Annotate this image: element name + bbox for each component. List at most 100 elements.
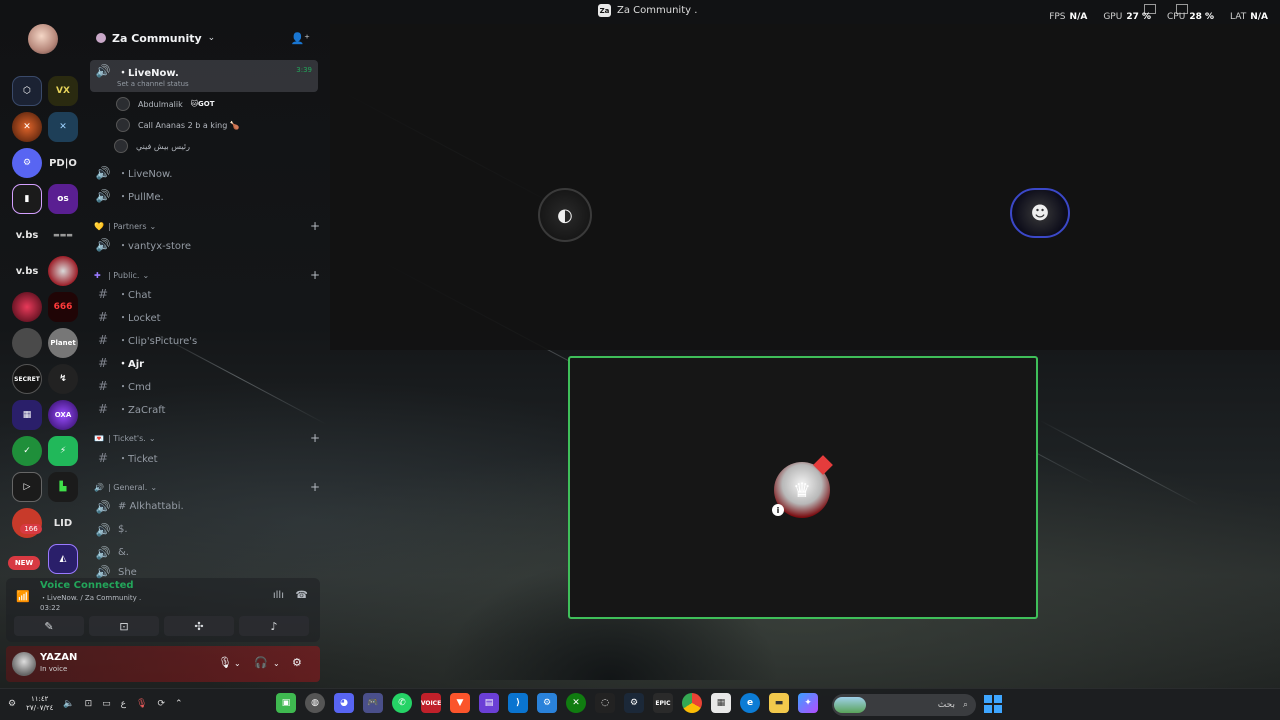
epic-games-icon[interactable]: EPIC	[653, 693, 673, 713]
microphone-icon[interactable]: 🎙	[136, 699, 147, 709]
server-icon[interactable]: ↯	[48, 364, 78, 394]
text-channel-locket[interactable]: # ・Locket	[90, 306, 318, 327]
voice-user[interactable]: Call Ananas 2 b a king 🍗	[116, 117, 240, 133]
screen-share-button[interactable]: ⊡	[89, 616, 159, 636]
soundboard-button[interactable]: ♪	[239, 616, 309, 636]
app-icon-purple[interactable]: ▤	[479, 693, 499, 713]
server-icon[interactable]: ✕	[12, 112, 42, 142]
windows-start-icon[interactable]	[984, 695, 1002, 713]
app-icon-loop[interactable]: ◌	[595, 693, 615, 713]
headphones-icon[interactable]: 🎧	[254, 656, 268, 669]
voice-channel-dollar[interactable]: 🔊 $.	[90, 519, 318, 540]
text-channel-ticket[interactable]: # ・Ticket	[90, 447, 318, 468]
disconnect-icon[interactable]: ☎	[296, 590, 308, 601]
invite-people-icon[interactable]: 👤⁺	[290, 32, 310, 45]
server-icon-vbs-2[interactable]: v.bs	[12, 256, 42, 286]
noise-suppression-icon[interactable]: ıllı	[273, 590, 284, 601]
signal-icon[interactable]: 📶	[16, 590, 30, 603]
server-icon[interactable]	[48, 256, 78, 286]
taskbar-clock[interactable]: ١١:٤٢ ٢٧/٠٧/٢٤	[26, 695, 53, 713]
server-icon-pdo[interactable]: PD|O	[48, 148, 78, 178]
server-icon[interactable]: ⬡	[12, 76, 42, 106]
server-icon[interactable]	[12, 328, 42, 358]
focused-participant-tile[interactable]: ♛ i	[568, 356, 1038, 619]
category-partners[interactable]: 💛 | Partners ⌄ +	[94, 219, 320, 233]
voice-channel-livenow-active[interactable]: 🔊 ・LiveNow. 3:39 Set a channel status	[90, 60, 318, 92]
chevron-down-icon[interactable]: ⌄	[234, 659, 241, 668]
steam-icon[interactable]: ⚙	[624, 693, 644, 713]
add-channel-icon[interactable]: +	[310, 268, 320, 282]
channel-status[interactable]: Set a channel status	[117, 80, 189, 88]
text-channel-ajr[interactable]: # ・Ajr	[90, 352, 318, 373]
server-icon[interactable]: ✓	[12, 436, 42, 466]
app-icon-blue[interactable]: ⚙	[537, 693, 557, 713]
server-icon[interactable]: ▦	[12, 400, 42, 430]
add-channel-icon[interactable]: +	[310, 431, 320, 445]
discord-icon[interactable]: ◕	[334, 693, 354, 713]
whatsapp-icon[interactable]: ✆	[392, 693, 412, 713]
settings-icon[interactable]: ⚙	[8, 699, 16, 709]
microphone-icon[interactable]: 🎙	[218, 656, 232, 669]
voice-channel-pullme[interactable]: 🔊 ・PullMe.	[90, 185, 318, 206]
server-icon-lid[interactable]: LID	[48, 508, 78, 538]
voice-channel-livenow[interactable]: 🔊 ・LiveNow.	[90, 162, 318, 183]
activities-button[interactable]: ✣	[164, 616, 234, 636]
store-icon[interactable]: ▦	[711, 693, 731, 713]
server-icon[interactable]: VX	[48, 76, 78, 106]
brave-icon[interactable]: ▼	[450, 693, 470, 713]
taskbar-search[interactable]: بحث ⌕	[832, 694, 976, 716]
xbox-icon[interactable]: ✕	[566, 693, 586, 713]
participant-avatar[interactable]: ☻	[1010, 188, 1070, 238]
chevron-down-icon[interactable]: ⌄	[273, 659, 280, 668]
server-icon[interactable]: 666	[48, 292, 78, 322]
participant-avatar[interactable]: ◐	[538, 188, 592, 242]
gear-icon[interactable]: ⚙	[292, 656, 302, 669]
app-icon-green[interactable]: ▣	[276, 693, 296, 713]
server-icon[interactable]: Planet	[48, 328, 78, 358]
server-icon[interactable]: OXA	[48, 400, 78, 430]
voice-location[interactable]: ・LiveNow. / Za Community .	[40, 593, 141, 603]
sync-icon[interactable]: ⟳	[157, 699, 165, 709]
server-icon[interactable]: ▬▬▬	[48, 220, 78, 250]
chevron-up-icon[interactable]: ⌃	[175, 699, 183, 709]
server-icon[interactable]	[12, 292, 42, 322]
voice-channel-alkhattabi[interactable]: 🔊 # Alkhattabi.	[90, 496, 318, 517]
avatar[interactable]	[12, 652, 36, 676]
server-icon[interactable]: SECRET	[12, 364, 42, 394]
camera-off-button[interactable]: ✎	[14, 616, 84, 636]
server-icon[interactable]: os	[48, 184, 78, 214]
app-icon-red[interactable]: VOICE	[421, 693, 441, 713]
folder-icon[interactable]: ▬	[769, 693, 789, 713]
network-icon[interactable]: ⊡	[85, 699, 93, 709]
voice-user[interactable]: رئيس بيش فيني	[114, 138, 190, 154]
category-public[interactable]: ✚ | Public. ⌄ +	[94, 268, 320, 282]
server-icon[interactable]: ▷	[12, 472, 42, 502]
chrome-icon[interactable]	[682, 693, 702, 713]
copilot-icon[interactable]: ✦	[798, 693, 818, 713]
server-icon[interactable]: ▙	[48, 472, 78, 502]
add-channel-icon[interactable]: +	[310, 480, 320, 494]
server-icon-vbs[interactable]: v.bs	[12, 220, 42, 250]
direct-messages-avatar[interactable]	[28, 24, 58, 54]
category-general[interactable]: 🔊 | General. ⌄ +	[94, 480, 320, 494]
text-channel-chat[interactable]: # ・Chat	[90, 283, 318, 304]
server-icon[interactable]: ▮	[12, 184, 42, 214]
voice-channel-amp[interactable]: 🔊 &.	[90, 542, 318, 563]
gamepad-icon[interactable]: 🎮	[363, 693, 383, 713]
server-icon[interactable]: ◭	[48, 544, 78, 574]
text-channel-cmd[interactable]: # ・Cmd	[90, 375, 318, 396]
add-channel-icon[interactable]: +	[310, 219, 320, 233]
volume-icon[interactable]: 🔈	[63, 699, 74, 709]
server-header[interactable]: Za Community ⌄ 👤⁺	[86, 24, 328, 52]
server-icon[interactable]: ✕	[48, 112, 78, 142]
voice-channel-vantyx[interactable]: 🔊 ・vantyx-store	[90, 234, 318, 255]
battery-icon[interactable]: ▭	[102, 699, 111, 709]
server-icon[interactable]: ⚡	[48, 436, 78, 466]
app-icon-circle[interactable]: ◍	[305, 693, 325, 713]
text-channel-zacraft[interactable]: # ・ZaCraft	[90, 398, 318, 419]
category-tickets[interactable]: 💌 | Ticket's. ⌄ +	[94, 431, 320, 445]
server-icon[interactable]: ⚙	[12, 148, 42, 178]
language-indicator[interactable]: ع	[121, 699, 126, 709]
voice-user[interactable]: Abdulmalik 🐱GOT	[116, 96, 214, 112]
text-channel-clips[interactable]: # ・Clip'sPicture's	[90, 329, 318, 350]
